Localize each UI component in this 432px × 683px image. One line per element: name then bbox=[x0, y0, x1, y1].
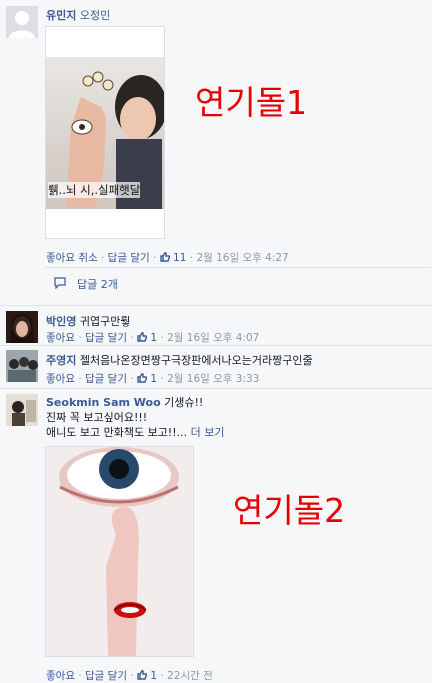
overlay-label: 연기돌1 bbox=[195, 83, 308, 122]
likes-count[interactable]: 1 bbox=[150, 373, 157, 385]
like-link[interactable]: 좋아요 bbox=[46, 373, 75, 385]
divider bbox=[0, 305, 432, 306]
comment-text-line3: 애니도 보고 만화책도 보고!!... bbox=[46, 426, 188, 439]
separator: · bbox=[160, 332, 164, 344]
comment-text-line1: 기생슈!! bbox=[164, 396, 204, 409]
see-more-link[interactable]: 더 보기 bbox=[191, 426, 225, 439]
comment-body: 박인영 귀엽구만뤟 bbox=[46, 313, 130, 329]
separator: · bbox=[78, 332, 82, 344]
separator: · bbox=[130, 373, 134, 385]
author-name[interactable]: 주영지 bbox=[46, 354, 76, 367]
comment-3: 주영지 젤처음나온장면짱구극장판에서나오는거라짱구인줄 좋아요 · 답글 달기 … bbox=[0, 346, 432, 386]
tagged-name[interactable]: 오정민 bbox=[80, 9, 110, 22]
comment-2: 박인영 귀엽구만뤟 좋아요 · 답글 달기 · 1 · 2월 16일 오후 4:… bbox=[0, 308, 432, 344]
comment-actions: 좋아요 · 답글 달기 · 1 · 2월 16일 오후 3:33 bbox=[46, 371, 259, 386]
avatar[interactable] bbox=[6, 350, 38, 382]
separator: · bbox=[130, 670, 134, 682]
comment-actions: 좋아요 취소 · 답글 달기 · 11 · 2월 16일 오후 4:27 bbox=[46, 250, 289, 265]
unlike-link[interactable]: 좋아요 취소 bbox=[46, 252, 98, 264]
comment-body: 주영지 젤처음나온장면짱구극장판에서나오는거라짱구인줄 bbox=[46, 352, 313, 368]
comment-actions: 좋아요 · 답글 달기 · 1 · 2월 16일 오후 4:07 bbox=[46, 330, 259, 345]
likes-count[interactable]: 11 bbox=[173, 252, 186, 264]
author-name[interactable]: 박인영 bbox=[46, 315, 76, 328]
comment-body: Seokmin Sam Woo 기생슈!! 진짜 꼭 보고싶어요!!! 애니도 … bbox=[46, 395, 224, 440]
comment-header: 유민지 오정민 bbox=[46, 7, 110, 23]
timestamp[interactable]: 2월 16일 오후 4:07 bbox=[167, 332, 259, 344]
comment-text: 귀엽구만뤟 bbox=[79, 315, 131, 328]
timestamp[interactable]: 2월 16일 오후 3:33 bbox=[167, 373, 259, 385]
comment-4: Seokmin Sam Woo 기생슈!! 진짜 꼭 보고싶어요!!! 애니도 … bbox=[0, 390, 432, 683]
thumbs-up-icon[interactable] bbox=[137, 331, 148, 344]
comment-text-line2: 진짜 꼭 보고싶어요!!! bbox=[46, 411, 148, 424]
thumbs-up-icon[interactable] bbox=[137, 372, 148, 385]
reply-link[interactable]: 답글 달기 bbox=[85, 332, 127, 344]
comment-photo[interactable]: 뤩..뇌 시,.실패햇달 bbox=[45, 26, 165, 239]
comment-actions: 좋아요 · 답글 달기 · 1 · 22시간 전 bbox=[46, 668, 213, 683]
reply-link[interactable]: 답글 달기 bbox=[85, 373, 127, 385]
reply-link[interactable]: 답글 달기 bbox=[108, 252, 150, 264]
author-name[interactable]: Seokmin Sam Woo bbox=[46, 396, 161, 409]
thumbs-up-icon[interactable] bbox=[137, 669, 148, 682]
avatar-image bbox=[10, 314, 34, 343]
timestamp[interactable]: 2월 16일 오후 4:27 bbox=[196, 252, 288, 264]
comment-photo[interactable] bbox=[45, 446, 194, 657]
avatar[interactable] bbox=[6, 6, 38, 38]
separator: · bbox=[130, 332, 134, 344]
likes-count[interactable]: 1 bbox=[150, 332, 157, 344]
replies-count[interactable]: 답글 2개 bbox=[77, 276, 118, 292]
like-link[interactable]: 좋아요 bbox=[46, 332, 75, 344]
timestamp[interactable]: 22시간 전 bbox=[167, 670, 213, 682]
avatar[interactable] bbox=[6, 394, 38, 426]
photo-illustration bbox=[46, 447, 193, 656]
thumbs-up-icon[interactable] bbox=[159, 251, 170, 264]
comment-1: 유민지 오정민 뤩..뇌 시,.실패햇달 연기돌1 좋아요 취소 · 답글 달기… bbox=[0, 0, 432, 300]
replies-toggle[interactable]: 답글 2개 bbox=[45, 267, 431, 298]
overlay-label: 연기돌2 bbox=[233, 491, 346, 530]
default-avatar-icon bbox=[9, 11, 35, 38]
separator: · bbox=[100, 252, 105, 264]
author-name[interactable]: 유민지 bbox=[46, 9, 76, 22]
reply-arrow-icon bbox=[53, 277, 67, 292]
divider bbox=[0, 388, 432, 389]
avatar[interactable] bbox=[6, 311, 38, 343]
like-link[interactable]: 좋아요 bbox=[46, 670, 75, 682]
comment-text: 젤처음나온장면짱구극장판에서나오는거라짱구인줄 bbox=[79, 354, 313, 367]
separator: · bbox=[160, 373, 164, 385]
separator: · bbox=[189, 252, 194, 264]
likes-count[interactable]: 1 bbox=[150, 670, 157, 682]
separator: · bbox=[153, 252, 157, 264]
separator: · bbox=[160, 670, 164, 682]
reply-link[interactable]: 답글 달기 bbox=[85, 670, 127, 682]
photo-caption: 뤩..뇌 시,.실패햇달 bbox=[48, 182, 141, 198]
avatar-image bbox=[6, 394, 38, 426]
separator: · bbox=[78, 670, 82, 682]
separator: · bbox=[78, 373, 82, 385]
avatar-image bbox=[6, 350, 38, 382]
